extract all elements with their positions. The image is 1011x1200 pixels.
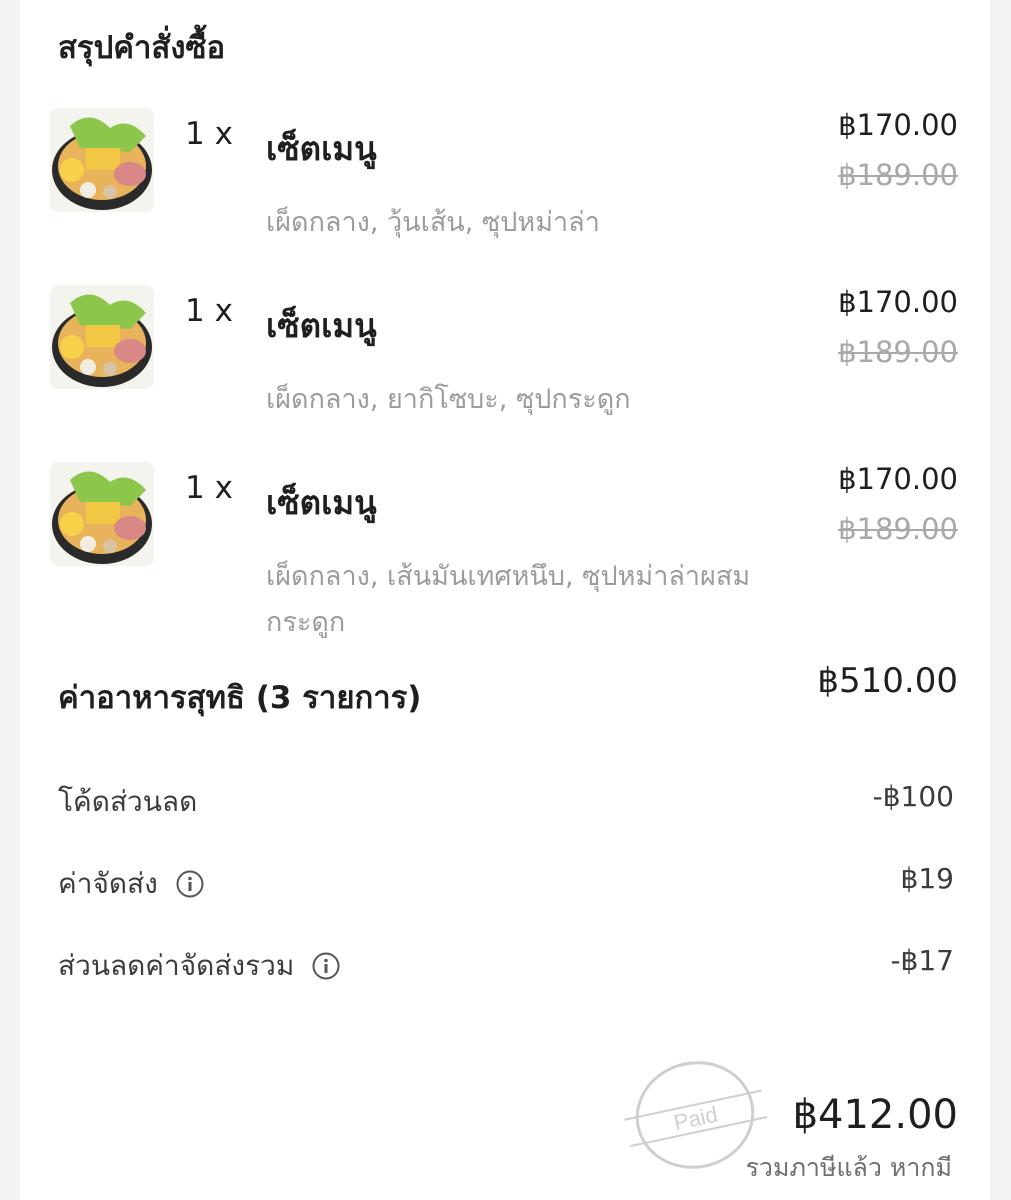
info-icon[interactable] bbox=[312, 952, 340, 980]
item-original-price: ฿189.00 bbox=[838, 335, 958, 369]
item-price: ฿170.00 bbox=[838, 108, 958, 142]
info-icon[interactable] bbox=[176, 870, 204, 898]
item-options: เผ็ดกลาง, เส้นมันเทศหนึบ, ซุปหม่าล่าผสมก… bbox=[266, 561, 751, 638]
food-image bbox=[50, 285, 154, 389]
discount-code-label: โค้ดส่วนลด bbox=[58, 780, 197, 824]
delivery-fee-value: ฿19 bbox=[900, 862, 954, 895]
item-original-price: ฿189.00 bbox=[838, 512, 958, 546]
delivery-discount-text: ส่วนลดค่าจัดส่งรวม bbox=[58, 949, 295, 982]
item-name: เซ็ตเมนู bbox=[266, 129, 377, 168]
item-price: ฿170.00 bbox=[838, 462, 958, 496]
discount-code-value: -฿100 bbox=[872, 780, 954, 813]
item-name: เซ็ตเมนู bbox=[266, 483, 377, 522]
order-total: ฿412.00 bbox=[792, 1092, 958, 1138]
item-options: เผ็ดกลาง, ยากิโซบะ, ซุปกระดูก bbox=[266, 384, 631, 415]
order-summary-card: สรุปคำสั่งซื้อ 1 x เซ็ตเมนู ฿170.00 ฿189… bbox=[20, 0, 990, 1200]
delivery-discount-value: -฿17 bbox=[890, 944, 954, 977]
item-quantity: 1 x bbox=[185, 293, 233, 329]
item-options: เผ็ดกลาง, วุ้นเส้น, ซุปหม่าล่า bbox=[266, 207, 600, 238]
item-price: ฿170.00 bbox=[838, 285, 958, 319]
delivery-discount-label: ส่วนลดค่าจัดส่งรวม bbox=[58, 944, 340, 988]
delivery-fee-text: ค่าจัดส่ง bbox=[58, 867, 158, 900]
paid-stamp-text: Paid bbox=[672, 1102, 720, 1136]
subtotal-label: ค่าอาหารสุทธิ (3 รายการ) bbox=[58, 680, 422, 716]
subtotal-value: ฿510.00 bbox=[817, 661, 958, 701]
item-quantity: 1 x bbox=[185, 116, 233, 152]
delivery-fee-label: ค่าจัดส่ง bbox=[58, 862, 204, 906]
item-original-price: ฿189.00 bbox=[838, 158, 958, 192]
item-name: เซ็ตเมนู bbox=[266, 306, 377, 345]
food-image bbox=[50, 108, 154, 212]
tax-note: รวมภาษีแล้ว หากมี bbox=[745, 1153, 953, 1182]
order-summary-title: สรุปคำสั่งซื้อ bbox=[58, 30, 226, 66]
discount-code-text: โค้ดส่วนลด bbox=[58, 785, 198, 818]
food-image bbox=[50, 462, 154, 566]
item-quantity: 1 x bbox=[185, 470, 233, 506]
